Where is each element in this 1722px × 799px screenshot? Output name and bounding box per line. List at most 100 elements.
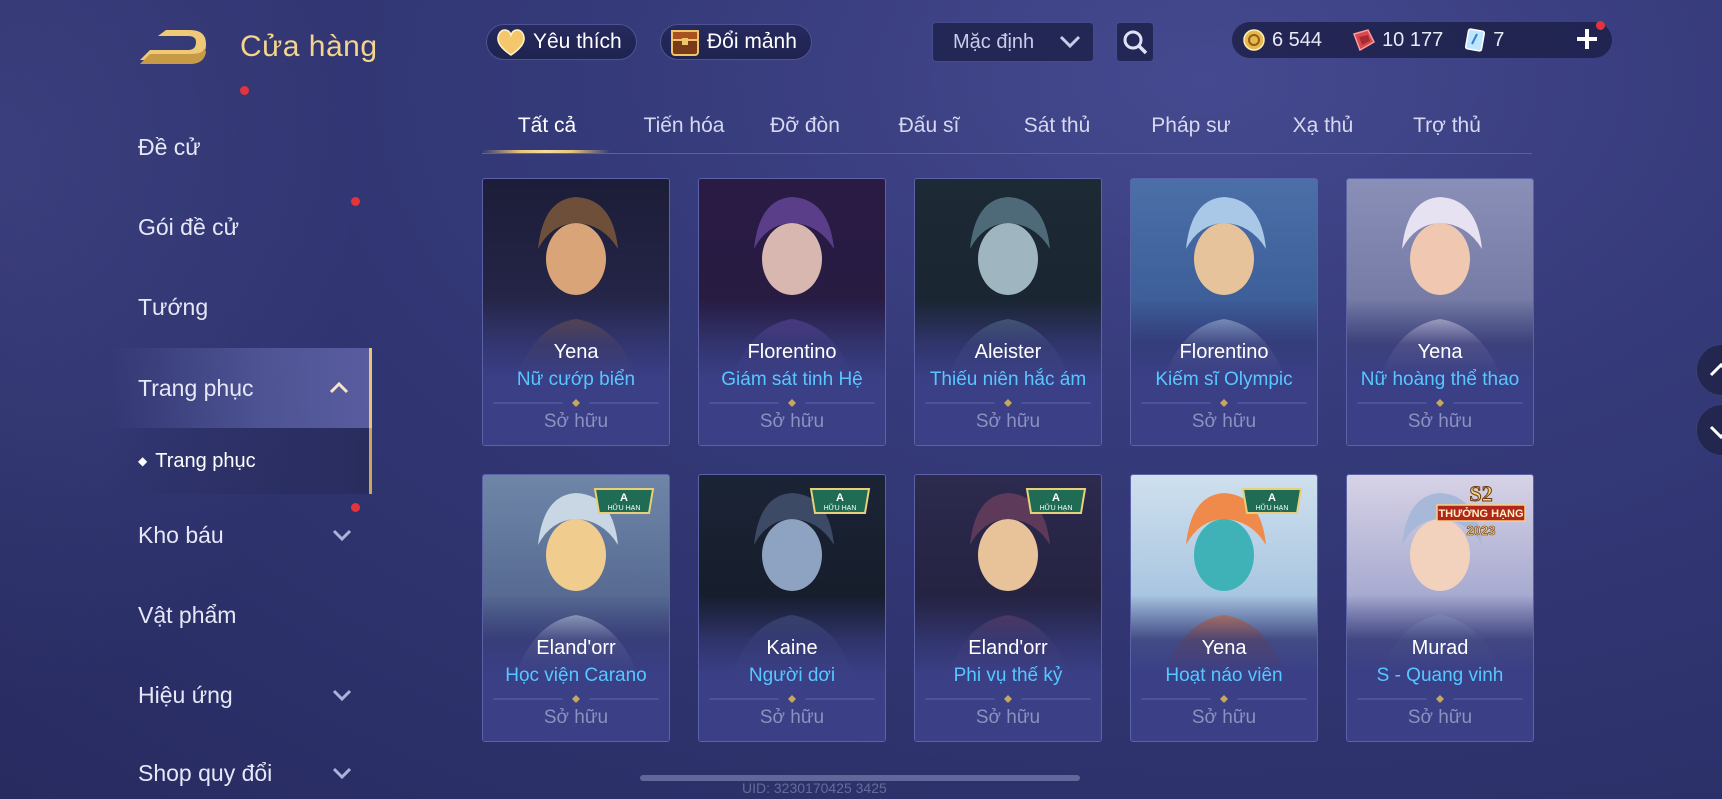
gold-coin-icon — [1243, 29, 1265, 51]
sidebar-item-label: Đề cử — [138, 133, 201, 160]
skin-card[interactable]: Yena Nữ cướp biển Sở hữu — [482, 178, 670, 446]
skin-name: Hoạt náo viên — [1165, 665, 1283, 686]
skin-card[interactable]: A HỮU HẠN Eland'orr Học viện Carano Sở hữu — [482, 474, 670, 742]
skin-name: Phi vụ thế kỷ — [953, 665, 1063, 686]
owned-status: Sở hữu — [1407, 411, 1473, 432]
tab-1[interactable]: Tiến hóa — [632, 114, 736, 154]
svg-text:A: A — [836, 492, 844, 504]
notification-dot — [351, 197, 360, 206]
tab-5[interactable]: Pháp sư — [1142, 114, 1240, 154]
skin-card[interactable]: A HỮU HẠN Eland'orr Phi vụ thế kỷ Sở hữu — [914, 474, 1102, 742]
sidebar-item-recommended[interactable]: Đề cử — [110, 110, 372, 184]
owned-status: Sở hữu — [543, 411, 609, 432]
scroll-down-button[interactable] — [1696, 404, 1722, 456]
sidebar-item-exchange-shop[interactable]: Shop quy đổi — [110, 736, 372, 799]
search-button[interactable] — [1116, 22, 1154, 62]
voucher-currency: 10 177 — [1350, 28, 1443, 52]
sort-dropdown[interactable]: Mặc định — [932, 22, 1094, 62]
divider-ornament — [709, 399, 875, 407]
skin-card[interactable]: Florentino Kiếm sĩ Olympic Sở hữu — [1130, 178, 1318, 446]
chevron-down-icon — [1709, 425, 1722, 440]
notification-dot — [240, 86, 249, 95]
limited-badge-icon: AHỮU HẠN — [593, 488, 655, 514]
sidebar-item-label: Trang phục — [138, 374, 254, 401]
divider-ornament — [1141, 695, 1307, 703]
svg-text:A: A — [620, 492, 628, 504]
shop-screen: Cửa hàng Yêu thích Đổi mảnh Mặc định 6 5… — [0, 0, 1722, 799]
owned-status: Sở hữu — [1191, 707, 1257, 728]
sidebar-item-label: Gói đề cử — [138, 213, 240, 240]
skin-name: Người dơi — [748, 665, 836, 686]
chevron-down-icon — [332, 767, 352, 780]
sidebar-item-treasure[interactable]: Kho báu — [110, 498, 372, 572]
favorites-label: Yêu thích — [533, 30, 622, 53]
divider-ornament — [493, 399, 659, 407]
exchange-shards-button[interactable]: Đổi mảnh — [660, 24, 812, 60]
hero-name: Murad — [1411, 637, 1469, 659]
sidebar-item-label: Tướng — [138, 293, 209, 320]
currency-bar: 6 544 10 177 7 — [1232, 22, 1612, 58]
skin-name: Nữ hoàng thể thao — [1360, 369, 1520, 390]
tab-2[interactable]: Đỡ đòn — [757, 114, 853, 154]
heart-icon — [497, 29, 525, 56]
chevron-up-icon — [1709, 362, 1722, 377]
sort-selected-value: Mặc định — [953, 30, 1035, 53]
scroll-up-button[interactable] — [1696, 344, 1722, 396]
back-arrow-icon — [140, 30, 206, 64]
season-rank-badge-icon: S2THƯỞNG HẠNG 2023 — [1436, 481, 1526, 538]
tab-7[interactable]: Trợ thủ — [1402, 114, 1492, 154]
svg-text:2023: 2023 — [1467, 523, 1496, 538]
hero-name: Aleister — [974, 341, 1042, 363]
gold-amount: 6 544 — [1272, 28, 1323, 51]
skin-card[interactable]: A HỮU HẠN Yena Hoạt náo viên Sở hữu — [1130, 474, 1318, 742]
notification-dot — [1596, 21, 1605, 30]
red-voucher-icon — [1353, 29, 1376, 52]
hero-name: Yena — [1417, 341, 1463, 363]
favorites-button[interactable]: Yêu thích — [486, 24, 637, 60]
exchange-shards-label: Đổi mảnh — [707, 30, 797, 53]
sidebar-item-label: Vật phẩm — [138, 601, 237, 628]
hero-name: Eland'orr — [536, 637, 616, 659]
sidebar: Đề cử Gói đề cử Tướng Trang phục ◆ Trang… — [0, 86, 372, 799]
tab-3[interactable]: Đấu sĩ — [887, 114, 971, 154]
treasure-chest-icon — [671, 30, 699, 56]
voucher-amount: 10 177 — [1382, 28, 1444, 51]
sidebar-subitem-label: Trang phục — [155, 449, 256, 472]
limited-badge-icon: AHỮU HẠN — [809, 488, 871, 514]
skin-card[interactable]: Yena Nữ hoàng thể thao Sở hữu — [1346, 178, 1534, 446]
sidebar-item-skins[interactable]: Trang phục — [110, 348, 372, 428]
sidebar-item-recommended-packs[interactable]: Gói đề cử — [110, 86, 372, 264]
sidebar-subitem-skins[interactable]: ◆ Trang phục — [110, 428, 372, 494]
skin-name: Học viện Carano — [505, 665, 647, 686]
skin-card[interactable]: Florentino Giám sát tinh Hệ Sở hữu — [698, 178, 886, 446]
divider-ornament — [925, 695, 1091, 703]
owned-status: Sở hữu — [759, 411, 825, 432]
sidebar-item-items[interactable]: Vật phẩm — [110, 578, 372, 652]
skin-name: Kiếm sĩ Olympic — [1155, 369, 1293, 390]
skin-card[interactable]: Aleister Thiếu niên hắc ám Sở hữu — [914, 178, 1102, 446]
divider-ornament — [493, 695, 659, 703]
chevron-down-icon — [1059, 35, 1081, 49]
back-button[interactable] — [138, 30, 208, 66]
owned-status: Sở hữu — [975, 707, 1041, 728]
svg-text:HỮU HẠN: HỮU HẠN — [824, 503, 857, 512]
tab-6[interactable]: Xạ thủ — [1282, 114, 1364, 154]
skin-card[interactable]: A HỮU HẠN Kaine Người dơi Sở hữu — [698, 474, 886, 742]
svg-text:THƯỞNG HẠNG: THƯỞNG HẠNG — [1438, 507, 1523, 520]
svg-text:HỮU HẠN: HỮU HẠN — [608, 503, 641, 512]
ticket-amount: 7 — [1493, 28, 1505, 51]
hero-name: Eland'orr — [968, 637, 1048, 659]
svg-text:A: A — [1268, 492, 1276, 504]
owned-status: Sở hữu — [975, 411, 1041, 432]
skin-card[interactable]: S2 THƯỞNG HẠNG 2023 Murad S - Quang vinh Sở h… — [1346, 474, 1534, 742]
hero-name: Kaine — [766, 637, 818, 659]
page-title: Cửa hàng — [240, 30, 378, 63]
sidebar-item-label: Kho báu — [138, 521, 224, 548]
divider-ornament — [1141, 399, 1307, 407]
tab-4[interactable]: Sát thủ — [1012, 114, 1102, 154]
chevron-down-icon — [332, 529, 352, 542]
chevron-down-icon — [332, 689, 352, 702]
tab-0[interactable]: Tất cả — [512, 114, 582, 154]
sidebar-item-effects[interactable]: Hiệu ứng — [110, 658, 372, 732]
sidebar-item-heroes[interactable]: Tướng — [110, 270, 372, 344]
